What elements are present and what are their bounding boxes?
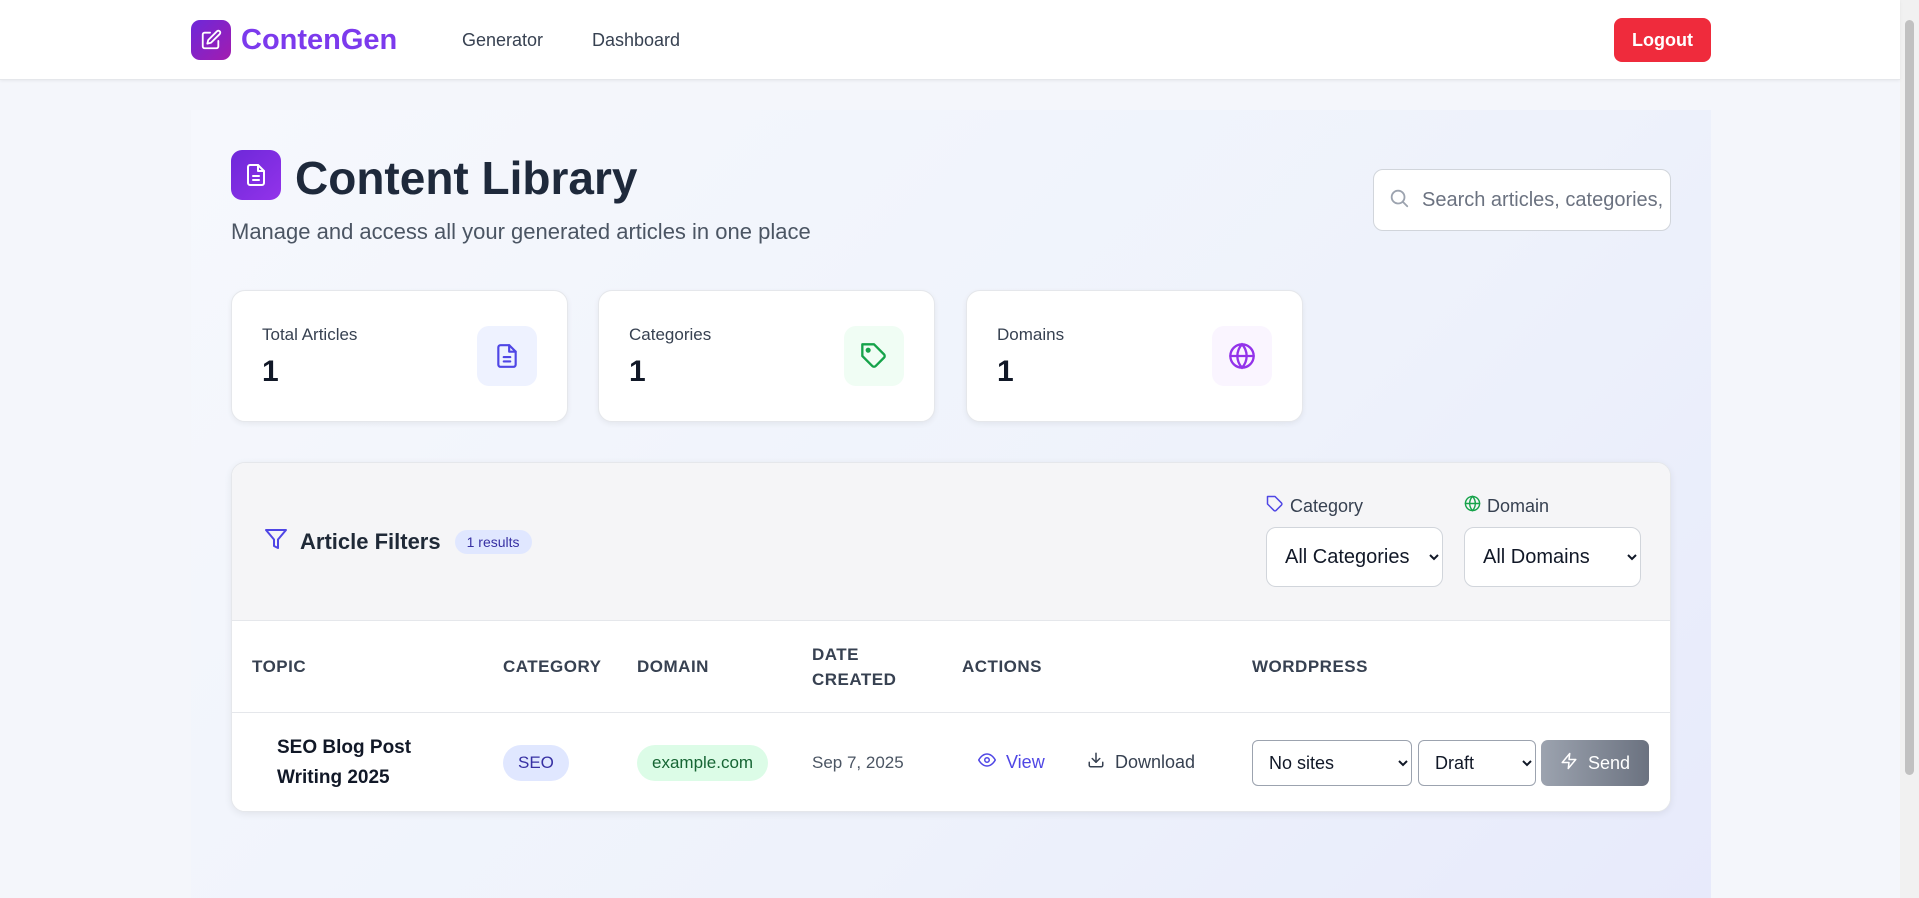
stat-label: Categories: [629, 325, 712, 344]
search-icon: [1388, 187, 1410, 214]
filter-title: Article Filters: [300, 528, 441, 554]
document-icon: [231, 150, 281, 200]
column-header-category[interactable]: CATEGORY: [503, 654, 601, 679]
stat-label: Total Articles: [262, 325, 358, 344]
category-badge: SEO: [503, 745, 569, 781]
nav-dashboard[interactable]: Dashboard: [592, 30, 680, 51]
results-badge: 1 results: [454, 529, 532, 554]
domain-select[interactable]: All Domains: [1464, 527, 1641, 587]
stat-card-domains: Domains 1: [966, 290, 1303, 422]
domain-badge: example.com: [637, 745, 769, 781]
tag-icon: [844, 326, 904, 386]
search-input[interactable]: [1422, 188, 1662, 212]
category-filter: Category All Categories: [1266, 493, 1443, 587]
brand-logo[interactable]: ContenGen: [191, 20, 397, 60]
search-box[interactable]: [1373, 169, 1671, 231]
page-subtitle: Manage and access all your generated art…: [231, 219, 811, 244]
table-header: TOPIC CATEGORY DOMAIN DATE CREATED ACTIO…: [232, 621, 1670, 713]
category-label-text: Category: [1290, 495, 1364, 516]
table-row: SEO Blog Post Writing 2025 SEO example.c…: [232, 713, 1670, 811]
stat-value: 1: [262, 355, 279, 388]
column-header-topic[interactable]: TOPIC: [252, 654, 306, 679]
globe-icon: [1464, 495, 1481, 517]
articles-table-card: Article Filters 1 results Category All C…: [231, 462, 1671, 812]
send-button[interactable]: Send: [1541, 740, 1649, 786]
category-filter-label: Category: [1266, 493, 1443, 519]
lightning-icon: [1560, 752, 1578, 775]
send-label: Send: [1587, 752, 1631, 773]
document-icon: [477, 326, 537, 386]
column-header-actions: ACTIONS: [962, 657, 1042, 676]
stat-label: Domains: [997, 325, 1065, 344]
brand-name: ContenGen: [241, 23, 398, 56]
domain-filter: Domain All Domains: [1464, 493, 1641, 587]
column-header-wordpress: WORDPRESS: [1252, 657, 1368, 676]
page-scrollbar[interactable]: [1900, 0, 1919, 898]
download-label: Download: [1115, 752, 1196, 772]
wordpress-site-select[interactable]: No sites: [1252, 740, 1412, 786]
stat-value: 1: [997, 355, 1014, 388]
created-date: Sep 7, 2025: [812, 753, 904, 772]
domain-filter-label: Domain: [1464, 493, 1641, 519]
tag-icon: [1266, 495, 1284, 518]
article-topic: SEO Blog Post Writing 2025: [277, 737, 412, 788]
category-select[interactable]: All Categories: [1266, 527, 1443, 587]
stat-card-total-articles: Total Articles 1: [231, 290, 568, 422]
stat-value: 1: [629, 355, 646, 388]
domain-label-text: Domain: [1487, 495, 1550, 516]
filter-header: Article Filters 1 results: [264, 527, 532, 556]
edit-icon: [191, 20, 231, 60]
logout-button[interactable]: Logout: [1614, 18, 1711, 62]
download-button[interactable]: Download: [1087, 751, 1195, 774]
nav-generator[interactable]: Generator: [462, 30, 543, 51]
stat-card-categories: Categories 1: [598, 290, 935, 422]
eye-icon: [977, 751, 997, 774]
page-title: Content Library: [295, 152, 638, 204]
view-button[interactable]: View: [977, 751, 1045, 774]
filter-bar: Article Filters 1 results Category All C…: [232, 463, 1670, 621]
download-icon: [1087, 751, 1105, 774]
filter-icon: [264, 527, 288, 556]
view-label: View: [1006, 752, 1045, 772]
column-header-date-line2[interactable]: CREATED: [812, 667, 896, 692]
scrollbar-thumb[interactable]: [1905, 20, 1914, 775]
column-header-date-line1[interactable]: DATE: [812, 642, 859, 667]
top-navbar: ContenGen Generator Dashboard Logout: [0, 0, 1900, 80]
column-header-domain[interactable]: DOMAIN: [637, 654, 709, 679]
globe-icon: [1212, 326, 1272, 386]
post-status-select[interactable]: Draft: [1418, 740, 1536, 786]
